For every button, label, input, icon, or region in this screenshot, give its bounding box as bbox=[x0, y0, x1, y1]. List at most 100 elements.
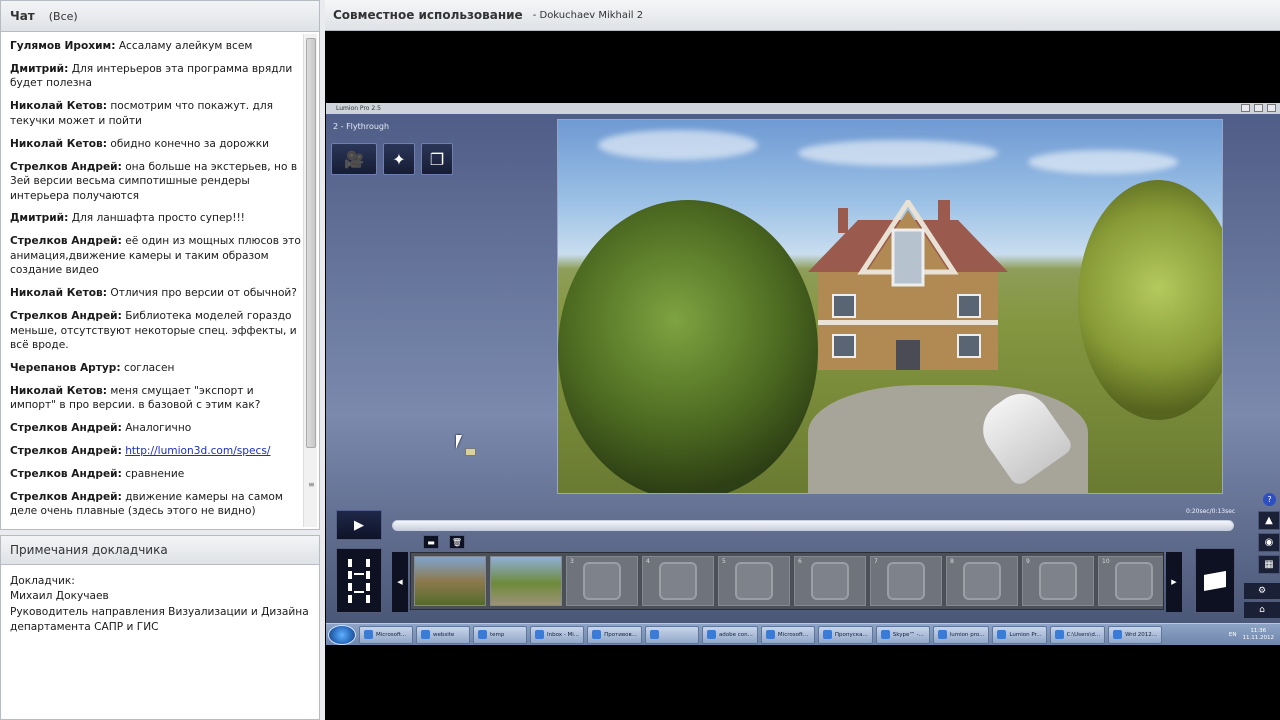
lumion-window[interactable]: Lumion Pro 2.5 2 - Flythrough 🎥 ✦ ❐ ▶ 0:… bbox=[326, 103, 1280, 623]
taskbar-item[interactable]: Пропуска... bbox=[817, 625, 873, 644]
chat-author: Николай Кетов: bbox=[10, 287, 107, 300]
chat-scrollbar[interactable]: ≡ bbox=[303, 34, 317, 527]
clip-slot-number: 9 bbox=[1026, 558, 1030, 565]
taskbar-item[interactable]: Skype™ -... bbox=[875, 625, 930, 644]
app-icon bbox=[997, 630, 1007, 639]
chat-text: Ассаламу алейкум всем bbox=[118, 40, 253, 52]
taskbar-item[interactable]: Inbox - Mi... bbox=[530, 625, 585, 644]
camera-icon[interactable]: 🎥 bbox=[331, 143, 377, 175]
timeline-progress[interactable] bbox=[392, 520, 1234, 531]
settings-icon[interactable]: ⚙ bbox=[1244, 583, 1280, 599]
clip-thumbnail[interactable] bbox=[490, 556, 562, 606]
film-strip-button[interactable] bbox=[336, 548, 382, 613]
taskbar-item-label: Skype™ -... bbox=[892, 631, 924, 638]
app-icon bbox=[706, 630, 716, 639]
app-icon bbox=[1054, 630, 1064, 639]
maximize-icon[interactable] bbox=[1254, 104, 1263, 112]
notes-title: Примечания докладчика bbox=[1, 536, 319, 565]
strip-left-arrow[interactable]: ◀ bbox=[392, 552, 408, 612]
copy-icon[interactable]: ❐ bbox=[421, 143, 453, 175]
render-viewport[interactable] bbox=[557, 119, 1223, 494]
chat-author: Стрелков Андрей: bbox=[10, 468, 122, 481]
clip-slot-number: 7 bbox=[874, 558, 878, 565]
taskbar-item[interactable]: website bbox=[416, 625, 470, 644]
movie-icon[interactable]: ▦ bbox=[1258, 555, 1280, 574]
taskbar-item[interactable]: adobe con... bbox=[701, 625, 758, 644]
lumion-mode-label: 2 - Flythrough bbox=[333, 122, 390, 131]
chat-author: Стрелков Андрей: bbox=[10, 160, 122, 173]
clock[interactable]: 11:36 11.11.2012 bbox=[1243, 628, 1275, 642]
empty-clip-icon bbox=[659, 562, 697, 600]
tree bbox=[558, 200, 818, 493]
chat-scroll-thumb[interactable] bbox=[306, 38, 316, 448]
close-icon[interactable] bbox=[1267, 104, 1276, 112]
effects-icon[interactable]: ✦ bbox=[383, 143, 415, 175]
home-icons: ⚙ ⌂ bbox=[1244, 583, 1280, 618]
clip-slot-number: 3 bbox=[570, 558, 574, 565]
clip-slot[interactable]: 4 bbox=[642, 556, 714, 606]
empty-clip-icon bbox=[1039, 562, 1077, 600]
play-button[interactable]: ▶ bbox=[336, 510, 382, 540]
empty-clip-icon bbox=[583, 562, 621, 600]
language-indicator[interactable]: EN bbox=[1229, 632, 1237, 638]
trash-icon[interactable]: 🗑 bbox=[449, 535, 465, 549]
notes-body: Докладчик: Михаил Докучаев Руководитель … bbox=[1, 565, 319, 644]
clip-slot-number: 10 bbox=[1102, 558, 1110, 565]
chat-message: Николай Кетов: меня смущает "экспорт и и… bbox=[10, 384, 301, 413]
app-icon bbox=[421, 630, 430, 639]
taskbar-item[interactable]: temp bbox=[473, 625, 527, 644]
chat-message: Стрелков Андрей: Библиотека моделей гора… bbox=[10, 309, 301, 353]
clip-slot[interactable]: 3 bbox=[566, 556, 638, 606]
help-icon[interactable]: ? bbox=[1263, 493, 1276, 506]
chat-author: Черепанов Артур: bbox=[10, 362, 121, 375]
chat-message: Стрелков Андрей: Аналогично bbox=[10, 421, 301, 436]
clip-thumbnail[interactable] bbox=[414, 556, 486, 606]
chat-text: Аналогично bbox=[125, 422, 192, 435]
taskbar-item-label: Wrd 2012... bbox=[1125, 631, 1157, 638]
clip-slot[interactable]: 9 bbox=[1022, 556, 1094, 606]
chat-message: Стрелков Андрей: http://lumion3d.com/spe… bbox=[10, 444, 301, 459]
taskbar-item[interactable]: Противов... bbox=[587, 625, 642, 644]
chat-message: Гулямов Ирохим: Ассаламу алейкум всем bbox=[10, 39, 301, 54]
clip-slot[interactable]: 10 bbox=[1098, 556, 1163, 606]
clip-slot[interactable]: 7 bbox=[870, 556, 942, 606]
start-button[interactable] bbox=[328, 624, 356, 645]
system-tray: EN 11:36 11.11.2012 bbox=[1229, 628, 1280, 642]
clip-slot[interactable]: 8 bbox=[946, 556, 1018, 606]
lumion-window-title: Lumion Pro 2.5 bbox=[336, 105, 381, 112]
chat-text: согласен bbox=[124, 362, 175, 375]
clip-strip[interactable]: 3456789101112 bbox=[410, 552, 1164, 610]
taskbar-item[interactable]: Lumion Pr... bbox=[992, 625, 1047, 644]
chat-filter[interactable]: (Все) bbox=[49, 10, 78, 23]
photo-icon[interactable]: ◉ bbox=[1258, 533, 1280, 552]
taskbar-item[interactable]: Microsoft... bbox=[359, 625, 413, 644]
taskbar-item[interactable] bbox=[644, 625, 699, 644]
minimize-icon[interactable] bbox=[1241, 104, 1250, 112]
windows-taskbar: Microsoft... website temp Inbox - Mi... Прот… bbox=[326, 623, 1280, 645]
chat-header: Чат (Все) bbox=[1, 1, 319, 32]
app-icon bbox=[364, 630, 373, 639]
taskbar-item[interactable]: C:\Users\d... bbox=[1049, 625, 1106, 644]
taskbar-item[interactable]: lumion pro... bbox=[932, 625, 990, 644]
time-label: 0:20sec/0:13sec bbox=[1186, 508, 1236, 515]
chat-message: Стрелков Андрей: её один из мощных плюсо… bbox=[10, 234, 301, 278]
chat-text: Для ланшафта просто супер!!! bbox=[71, 212, 245, 225]
cloud bbox=[1028, 150, 1178, 174]
strip-right-arrow[interactable]: ▶ bbox=[1166, 552, 1182, 612]
chat-panel: Чат (Все) Гулямов Ирохим: Ассаламу алейк… bbox=[0, 0, 320, 530]
render-movie-button[interactable] bbox=[1195, 548, 1235, 613]
clip-slot[interactable]: 5 bbox=[718, 556, 790, 606]
home-icon[interactable]: ⌂ bbox=[1244, 602, 1280, 618]
clapperboard-icon bbox=[1204, 570, 1226, 591]
empty-clip-icon bbox=[811, 562, 849, 600]
empty-clip-icon bbox=[887, 562, 925, 600]
taskbar-item[interactable]: Microsoft... bbox=[760, 625, 815, 644]
chat-message-list[interactable]: Гулямов Ирохим: Ассаламу алейкум всем Дми… bbox=[1, 33, 305, 529]
chat-link[interactable]: http://lumion3d.com/specs/ bbox=[125, 445, 270, 457]
landscape-icon[interactable]: ▲ bbox=[1258, 511, 1280, 530]
app-icon bbox=[880, 630, 890, 639]
clip-slot[interactable]: 6 bbox=[794, 556, 866, 606]
chat-author: Стрелков Андрей: bbox=[10, 445, 122, 458]
taskbar-item[interactable]: Wrd 2012... bbox=[1108, 625, 1163, 644]
clapper-small-icon[interactable]: ▬ bbox=[423, 535, 439, 549]
